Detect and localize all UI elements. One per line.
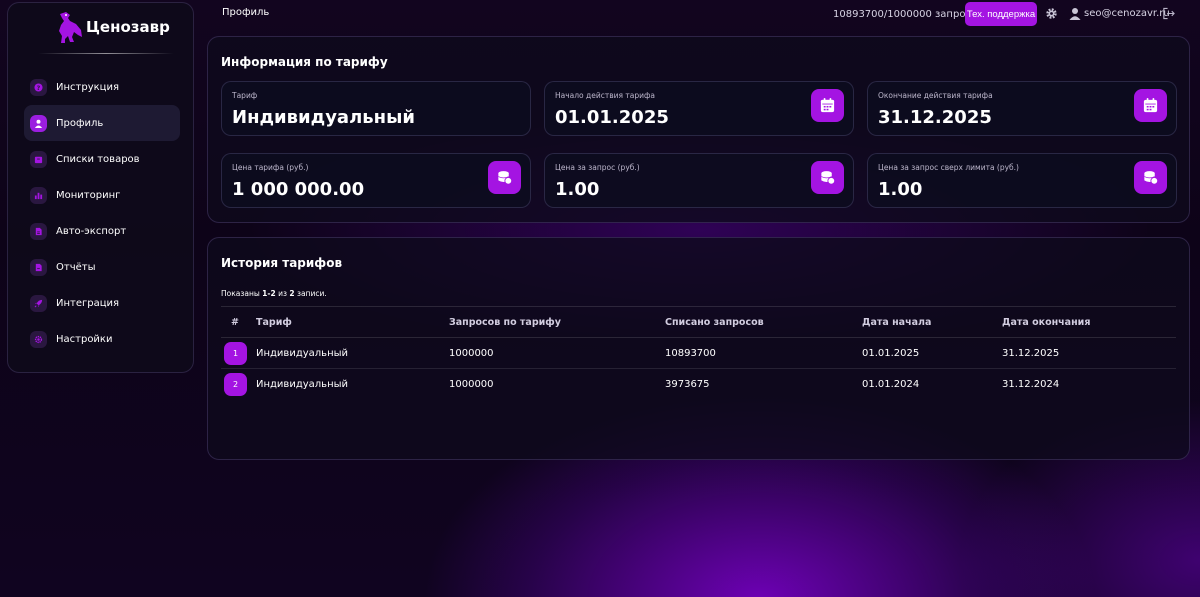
- rocket-icon: [30, 294, 47, 312]
- column-header[interactable]: Запросов по тарифу: [449, 317, 561, 328]
- sidebar-item-reports[interactable]: Отчёты: [24, 249, 180, 285]
- cell-start: 01.01.2025: [862, 348, 920, 359]
- user-icon: [1069, 8, 1081, 20]
- coins-icon: [488, 161, 521, 194]
- panel-title: История тарифов: [221, 256, 343, 270]
- row-number-badge: 1: [224, 342, 247, 365]
- column-header[interactable]: Дата окончания: [1002, 317, 1090, 328]
- cell-tariff: Индивидуальный: [256, 379, 349, 390]
- coins-icon: [811, 161, 844, 194]
- logo[interactable]: Ценозавр: [54, 9, 170, 45]
- cell-spent: 10893700: [665, 348, 716, 359]
- sidebar-item-product-lists[interactable]: Списки товаров: [24, 141, 180, 177]
- settings-gear-icon[interactable]: [1045, 7, 1058, 20]
- card-label: Цена за запрос (руб.): [555, 163, 640, 172]
- sidebar-item-label: Интеграция: [56, 297, 120, 309]
- report-icon: [30, 258, 47, 276]
- card-value: 1 000 000.00: [232, 179, 365, 200]
- brand-name: Ценозавр: [86, 18, 170, 36]
- column-header[interactable]: Дата начала: [862, 317, 931, 328]
- table-row: 2 Индивидуальный 1000000 3973675 01.01.2…: [221, 369, 1176, 400]
- gear-icon: [30, 330, 47, 348]
- user-email[interactable]: seo@cenozavr.ru: [1084, 8, 1170, 19]
- sidebar-item-label: Списки товаров: [56, 153, 140, 165]
- box-icon: [30, 150, 47, 168]
- row-number-badge: 2: [224, 373, 247, 396]
- cell-requests: 1000000: [449, 348, 494, 359]
- sidebar-item-label: Авто-экспорт: [56, 225, 127, 237]
- history-table: # Тариф Запросов по тарифу Списано запро…: [221, 306, 1176, 400]
- user-icon: [30, 114, 47, 132]
- card-value: 1.00: [878, 179, 923, 200]
- calendar-icon: [1134, 89, 1167, 122]
- cell-requests: 1000000: [449, 379, 494, 390]
- card-value: 1.00: [555, 179, 600, 200]
- cell-end: 31.12.2025: [1002, 348, 1060, 359]
- panel-title: Информация по тарифу: [221, 55, 388, 69]
- request-counter: 10893700/1000000 запросов: [833, 9, 983, 20]
- sidebar-item-label: Мониторинг: [56, 189, 121, 201]
- card-value: 01.01.2025: [555, 107, 669, 128]
- card-value: 31.12.2025: [878, 107, 992, 128]
- sidebar-item-settings[interactable]: Настройки: [24, 321, 180, 357]
- cell-end: 31.12.2024: [1002, 379, 1060, 390]
- breadcrumb: Профиль: [222, 7, 270, 18]
- cell-spent: 3973675: [665, 379, 710, 390]
- tariff-history-panel: История тарифов Показаны 1-2 из 2 записи…: [207, 237, 1190, 460]
- sidebar-item-monitoring[interactable]: Мониторинг: [24, 177, 180, 213]
- card-label: Окончание действия тарифа: [878, 91, 993, 100]
- sidebar-item-label: Профиль: [56, 117, 104, 129]
- sidebar-item-label: Отчёты: [56, 261, 96, 273]
- tariff-price-card: Цена тарифа (руб.) 1 000 000.00: [221, 153, 531, 208]
- card-value: Индивидуальный: [232, 107, 415, 128]
- sidebar-item-instruction[interactable]: ? Инструкция: [24, 69, 180, 105]
- end-date-card: Окончание действия тарифа 31.12.2025: [867, 81, 1177, 136]
- tariff-info-panel: Информация по тарифу Тариф Индивидуальны…: [207, 36, 1190, 223]
- overlimit-price-card: Цена за запрос сверх лимита (руб.) 1.00: [867, 153, 1177, 208]
- calendar-icon: [811, 89, 844, 122]
- start-date-card: Начало действия тарифа 01.01.2025: [544, 81, 854, 136]
- column-header[interactable]: Списано запросов: [665, 317, 764, 328]
- coins-icon: [1134, 161, 1167, 194]
- file-icon: [30, 222, 47, 240]
- sidebar-item-profile[interactable]: Профиль: [24, 105, 180, 141]
- card-label: Тариф: [232, 91, 258, 100]
- records-summary: Показаны 1-2 из 2 записи.: [221, 289, 327, 298]
- request-price-card: Цена за запрос (руб.) 1.00: [544, 153, 854, 208]
- card-label: Начало действия тарифа: [555, 91, 655, 100]
- cell-tariff: Индивидуальный: [256, 348, 349, 359]
- svg-text:?: ?: [37, 84, 41, 91]
- card-label: Цена тарифа (руб.): [232, 163, 309, 172]
- sidebar: Ценозавр ? Инструкция Профиль Списки тов…: [7, 2, 194, 373]
- card-label: Цена за запрос сверх лимита (руб.): [878, 163, 1019, 172]
- question-icon: ?: [30, 78, 47, 96]
- tariff-card: Тариф Индивидуальный: [221, 81, 531, 136]
- table-header: # Тариф Запросов по тарифу Списано запро…: [221, 306, 1176, 338]
- cell-start: 01.01.2024: [862, 379, 920, 390]
- sidebar-item-label: Инструкция: [56, 81, 119, 93]
- column-header[interactable]: #: [231, 317, 239, 328]
- sidebar-nav: ? Инструкция Профиль Списки товаров Мони…: [24, 69, 180, 357]
- support-button[interactable]: Тех. поддержка: [965, 2, 1037, 26]
- chart-icon: [30, 186, 47, 204]
- dinosaur-logo-icon: [59, 12, 82, 43]
- sidebar-item-auto-export[interactable]: Авто-экспорт: [24, 213, 180, 249]
- logo-divider: [38, 53, 174, 54]
- logout-icon[interactable]: [1162, 7, 1175, 20]
- sidebar-item-integration[interactable]: Интеграция: [24, 285, 180, 321]
- sidebar-item-label: Настройки: [56, 333, 113, 345]
- table-row: 1 Индивидуальный 1000000 10893700 01.01.…: [221, 338, 1176, 369]
- column-header[interactable]: Тариф: [256, 317, 292, 328]
